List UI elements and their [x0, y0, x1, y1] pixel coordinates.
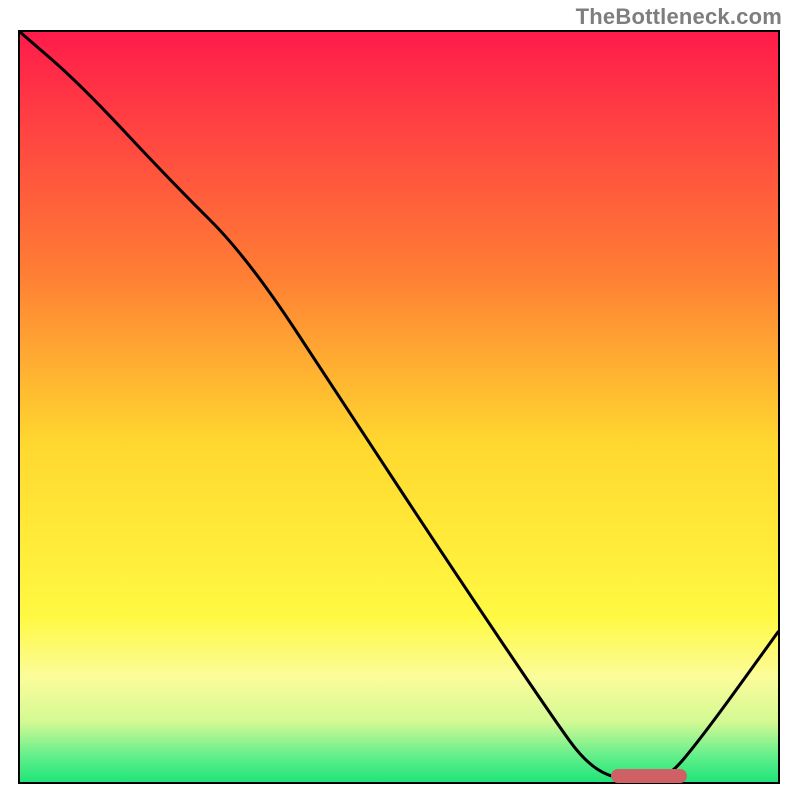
- optimal-range-marker: [611, 769, 687, 783]
- chart-frame: [18, 30, 780, 784]
- heat-gradient-background: [20, 32, 778, 782]
- watermark-text: TheBottleneck.com: [576, 4, 782, 30]
